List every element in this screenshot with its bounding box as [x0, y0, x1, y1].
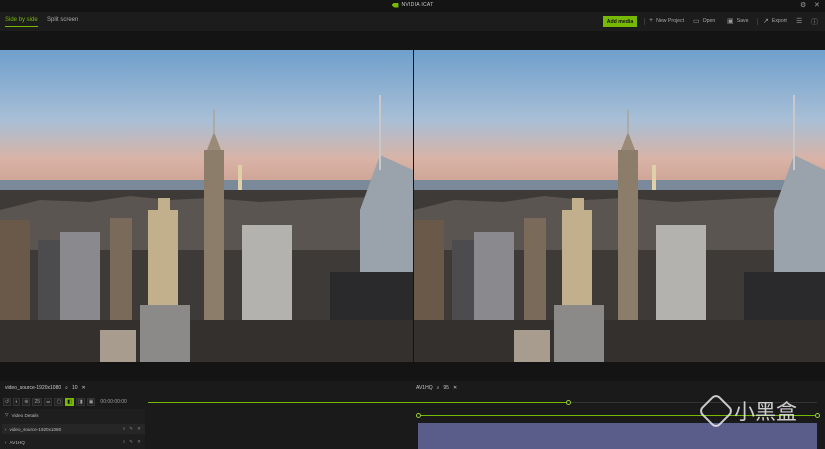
- edit-icon[interactable]: ✎: [129, 426, 133, 432]
- edit-icon[interactable]: ✎: [129, 439, 133, 445]
- plus-icon: +: [649, 17, 654, 24]
- zoom-icon: ⌕: [65, 385, 68, 391]
- right-zoom-value: 95: [443, 385, 449, 391]
- right-video-viewer[interactable]: [414, 50, 825, 362]
- zoom-icon: ⌕: [436, 385, 440, 391]
- left-media-name: video_source-1920x1080: [5, 385, 62, 391]
- list-item-label: video_source-1920x1080: [9, 426, 62, 432]
- open-label: Open: [702, 18, 716, 24]
- viewer-controls: ↺ ◐ ⊕ 25 ⚌ ▢ ◧ ◨ ▣ 00:00:00:00: [0, 397, 145, 407]
- list-item[interactable]: ‹ video_source-1920x1080 ⌕ ✎ ✕: [2, 424, 145, 434]
- help-button[interactable]: ⓘ: [811, 17, 818, 27]
- tab-side-by-side[interactable]: Side by side: [5, 17, 38, 27]
- watermark-text: 小黑盒: [734, 400, 797, 424]
- settings-button[interactable]: ☰: [796, 17, 802, 25]
- city-skyline-image: [414, 50, 825, 362]
- watermark-logo-icon: [697, 392, 735, 430]
- left-video-viewer[interactable]: [0, 50, 413, 362]
- zoom-level-field[interactable]: 25: [32, 398, 42, 406]
- zoom-icon[interactable]: ⌕: [123, 439, 126, 445]
- close-icon[interactable]: ✕: [137, 439, 141, 445]
- main-toolbar: Side by side Split screen Add media + Ne…: [0, 12, 825, 31]
- contrast-button[interactable]: ◐: [13, 398, 21, 406]
- close-icon[interactable]: ✕: [137, 426, 141, 432]
- city-skyline-image: [0, 50, 413, 362]
- media-list-panel: ▽ Video Details ‹ video_source-1920x1080…: [0, 409, 145, 449]
- sliders-icon: ☰: [796, 18, 803, 25]
- right-media-name: AV1HQ: [416, 385, 433, 391]
- split-view-button[interactable]: ◨: [75, 398, 85, 406]
- row-actions: ⌕ ✎ ✕: [123, 426, 145, 432]
- export-label: Export: [771, 18, 787, 24]
- grid-button[interactable]: ⚌: [44, 398, 53, 406]
- zoom-icon[interactable]: ⌕: [123, 426, 126, 432]
- toolbar-divider: [644, 18, 645, 25]
- side-by-side-view-button[interactable]: ◧: [65, 398, 74, 406]
- folder-icon: ▭: [693, 18, 700, 25]
- timecode: 00:00:00:00: [100, 399, 127, 405]
- new-project-button[interactable]: + New Project: [649, 17, 684, 24]
- close-icon[interactable]: ✕: [453, 385, 457, 391]
- title-bar: NVIDIA ICAT ⚙ ✕: [0, 0, 825, 12]
- settings-window-icon[interactable]: ⚙: [800, 1, 806, 9]
- watermark: 小黑盒: [697, 392, 797, 430]
- chevron-icon: ‹: [5, 426, 7, 432]
- chevron-icon: ‹: [5, 439, 7, 445]
- row-actions: ⌕ ✎ ✕: [123, 439, 145, 445]
- save-icon: ▣: [727, 18, 734, 25]
- right-media-info: AV1HQ ⌕ 95 ✕: [416, 383, 457, 393]
- close-icon[interactable]: ✕: [82, 385, 86, 391]
- clip-end-handle[interactable]: [815, 413, 820, 418]
- scrubber-progress: [148, 402, 570, 403]
- new-project-label: New Project: [656, 17, 685, 24]
- left-zoom-value: 10: [71, 385, 78, 391]
- list-item-label: AV1HQ: [9, 439, 25, 445]
- export-icon: ↗: [763, 18, 769, 25]
- list-header[interactable]: ▽ Video Details: [2, 410, 145, 420]
- zoom-button[interactable]: ⊕: [22, 398, 31, 406]
- info-icon: ⓘ: [811, 19, 818, 26]
- frame-button[interactable]: ▢: [54, 398, 64, 406]
- left-media-info: video_source-1920x1080 ⌕ 10 ✕: [5, 383, 86, 393]
- clip-start-handle[interactable]: [416, 413, 421, 418]
- overlay-view-button[interactable]: ▣: [86, 398, 96, 406]
- app-brand: NVIDIA ICAT: [391, 2, 433, 8]
- toolbar-divider: [757, 18, 758, 25]
- nvidia-logo-icon: [391, 2, 399, 8]
- close-window-icon[interactable]: ✕: [814, 1, 820, 9]
- export-button[interactable]: ↗ Export: [763, 17, 787, 25]
- media-clip-bar[interactable]: [418, 423, 817, 449]
- reset-view-button[interactable]: ↺: [3, 398, 12, 406]
- tab-split-screen[interactable]: Split screen: [47, 17, 78, 26]
- add-media-button[interactable]: Add media: [603, 16, 637, 27]
- list-header-label: Video Details: [11, 412, 39, 418]
- app-title: NVIDIA ICAT: [401, 2, 434, 8]
- scrubber-handle[interactable]: [566, 400, 572, 405]
- collapse-icon: ▽: [5, 412, 9, 417]
- save-button[interactable]: ▣ Save: [727, 17, 748, 25]
- open-button[interactable]: ▭ Open: [693, 17, 715, 25]
- list-item[interactable]: ‹ AV1HQ ⌕ ✎ ✕: [2, 437, 145, 447]
- save-label: Save: [736, 18, 749, 24]
